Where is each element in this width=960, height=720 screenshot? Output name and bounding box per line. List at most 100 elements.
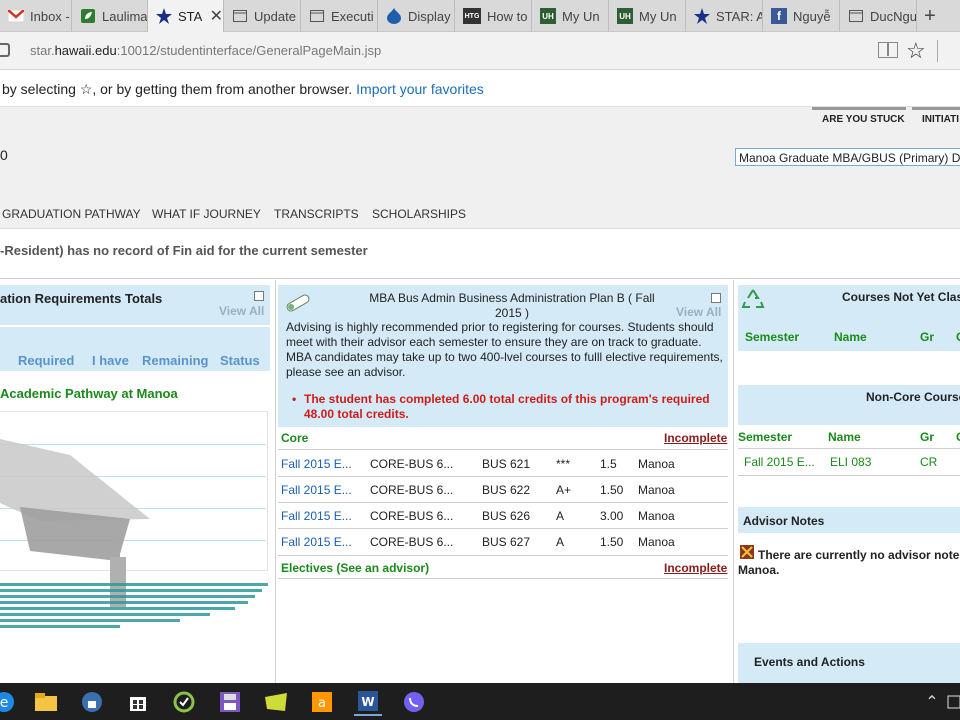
panel-checkbox[interactable] — [254, 291, 264, 301]
taskbar: e a W ⌃ — [0, 683, 960, 720]
col-status: Status — [220, 353, 260, 368]
tab-ducngu[interactable]: DucNgu — [840, 0, 917, 32]
page-icon — [848, 8, 864, 24]
initiate-button[interactable]: INITIATI — [912, 107, 960, 127]
nav-graduation-pathway[interactable]: GRADUATION PATHWAY — [2, 207, 141, 221]
advisor-notes-text-2: Manoa. — [738, 563, 780, 577]
panel-checkbox[interactable] — [711, 293, 721, 303]
course-row: Fall 2015 E... CORE-BUS 6... BUS 621 ***… — [278, 451, 728, 477]
tray-icon[interactable] — [940, 688, 960, 716]
green-app-icon[interactable] — [170, 688, 198, 716]
tab-inbox[interactable]: Inbox - — [0, 0, 72, 32]
col-grade: Gr — [920, 330, 935, 344]
not-counted-columns: Semester Name Gr C — [738, 325, 960, 351]
tab-executive[interactable]: Executi — [301, 0, 378, 32]
term-link[interactable]: Fall 2015 E... — [281, 457, 352, 471]
course-campus: Manoa — [638, 535, 675, 549]
word-icon[interactable]: W — [354, 688, 382, 716]
col-remaining: Remaining — [142, 353, 209, 368]
col-required: Required — [18, 353, 75, 368]
course-code: BUS 621 — [482, 457, 531, 471]
gmail-icon — [8, 8, 24, 24]
close-tab-icon[interactable]: ✕ — [210, 6, 223, 26]
course-grade: A — [556, 509, 565, 523]
noncore-grade: CR — [920, 455, 938, 469]
uh-icon: UH — [617, 8, 633, 24]
favorite-star-icon[interactable]: ☆ — [906, 38, 926, 64]
row-divider — [738, 475, 960, 476]
course-credits: 3.00 — [600, 509, 624, 523]
lock-app-icon[interactable] — [78, 688, 106, 716]
svg-text:a: a — [318, 696, 326, 711]
plan-panel: MBA Bus Admin Business Administration Pl… — [278, 285, 730, 685]
nav-transcripts[interactable]: TRANSCRIPTS — [274, 207, 359, 221]
requirements-panel: ation Requirements Totals View All Requi… — [0, 285, 270, 680]
edge-icon[interactable]: e — [0, 688, 18, 716]
tab-star-2[interactable]: STAR: A — [686, 0, 763, 32]
term-link[interactable]: Fall 2015 E... — [281, 509, 352, 523]
events-title: Events and Actions — [754, 655, 865, 669]
store-icon[interactable] — [124, 688, 152, 716]
star-icon — [156, 8, 172, 24]
requirement-code: CORE-BUS 6... — [370, 483, 454, 497]
new-tab-icon[interactable]: + — [918, 0, 942, 32]
noncore-columns: Semester Name Gr C — [738, 430, 960, 448]
col-name: Name — [828, 430, 861, 444]
noncore-course: ELI 083 — [830, 455, 872, 469]
recycle-icon — [741, 289, 765, 308]
url-field[interactable]: star.hawaii.edu:10012/studentinterface/G… — [30, 43, 381, 58]
view-all-link[interactable]: View All — [676, 305, 721, 319]
not-counted-header: Courses Not Yet Clas — [738, 285, 960, 325]
svg-text:e: e — [0, 695, 8, 711]
course-grade: A+ — [556, 483, 572, 497]
program-select[interactable]: Manoa Graduate MBA/GBUS (Primary) D — [735, 148, 960, 166]
noncore-semester[interactable]: Fall 2015 E... — [744, 455, 815, 469]
view-all-link[interactable]: View All — [219, 304, 264, 318]
requirement-code: CORE-BUS 6... — [370, 457, 454, 471]
tab-my-uh-1[interactable]: UH My Un — [532, 0, 609, 32]
notes-app-icon[interactable] — [262, 688, 290, 716]
course-row: Fall 2015 E... CORE-BUS 6... BUS 627 A 1… — [278, 529, 728, 555]
requirements-band — [0, 327, 270, 353]
favorites-hint: by selecting ☆, or by getting them from … — [2, 81, 353, 97]
page-icon — [232, 8, 248, 24]
save-disk-icon[interactable] — [216, 688, 244, 716]
course-row: Fall 2015 E... CORE-BUS 6... BUS 626 A 3… — [278, 503, 728, 529]
nav-scholarships[interactable]: SCHOLARSHIPS — [372, 207, 466, 221]
course-campus: Manoa — [638, 509, 675, 523]
page-icon — [309, 8, 325, 24]
requirement-code: CORE-BUS 6... — [370, 509, 454, 523]
plan-description: Advising is highly recommended prior to … — [286, 320, 723, 379]
amazon-icon[interactable]: a — [308, 688, 336, 716]
course-grade: *** — [556, 457, 571, 471]
term-link[interactable]: Fall 2015 E... — [281, 483, 352, 497]
col-name: Name — [834, 330, 867, 344]
are-you-stuck-button[interactable]: ARE YOU STUCK — [812, 107, 906, 127]
electives-status-link[interactable]: Incomplete — [664, 561, 727, 575]
nav-what-if-journey[interactable]: WHAT IF JOURNEY — [152, 207, 261, 221]
tab-update[interactable]: Update — [224, 0, 301, 32]
noncore-title: Non-Core Course — [866, 390, 960, 404]
tab-my-uh-2[interactable]: UH My Un — [609, 0, 686, 32]
error-icon — [740, 545, 754, 559]
core-section-label: Core — [281, 431, 309, 445]
reading-view-icon[interactable] — [878, 42, 898, 58]
main-nav: GRADUATION PATHWAY WHAT IF JOURNEY TRANS… — [0, 201, 960, 229]
file-explorer-icon[interactable] — [32, 688, 60, 716]
import-favorites-link[interactable]: Import your favorites — [356, 81, 484, 97]
tab-facebook[interactable]: f Nguyễ — [763, 0, 840, 32]
advisor-notes-title: Advisor Notes — [743, 514, 825, 528]
col-i-have: I have — [92, 353, 129, 368]
tab-star-active[interactable]: STA ✕ — [148, 0, 224, 32]
term-link[interactable]: Fall 2015 E... — [281, 535, 352, 549]
viber-icon[interactable] — [400, 688, 428, 716]
tab-laulima[interactable]: Laulima — [72, 0, 148, 32]
student-id-fragment: 0 — [0, 147, 8, 163]
tab-howto[interactable]: HTG How to — [455, 0, 532, 32]
core-status-link[interactable]: Incomplete — [664, 431, 727, 445]
course-code: BUS 622 — [482, 483, 531, 497]
academic-pathway-title: Academic Pathway at Manoa — [0, 386, 178, 401]
favorites-bar: by selecting ☆, or by getting them from … — [0, 71, 960, 107]
tab-display[interactable]: Display — [378, 0, 455, 32]
course-code: BUS 627 — [482, 535, 531, 549]
